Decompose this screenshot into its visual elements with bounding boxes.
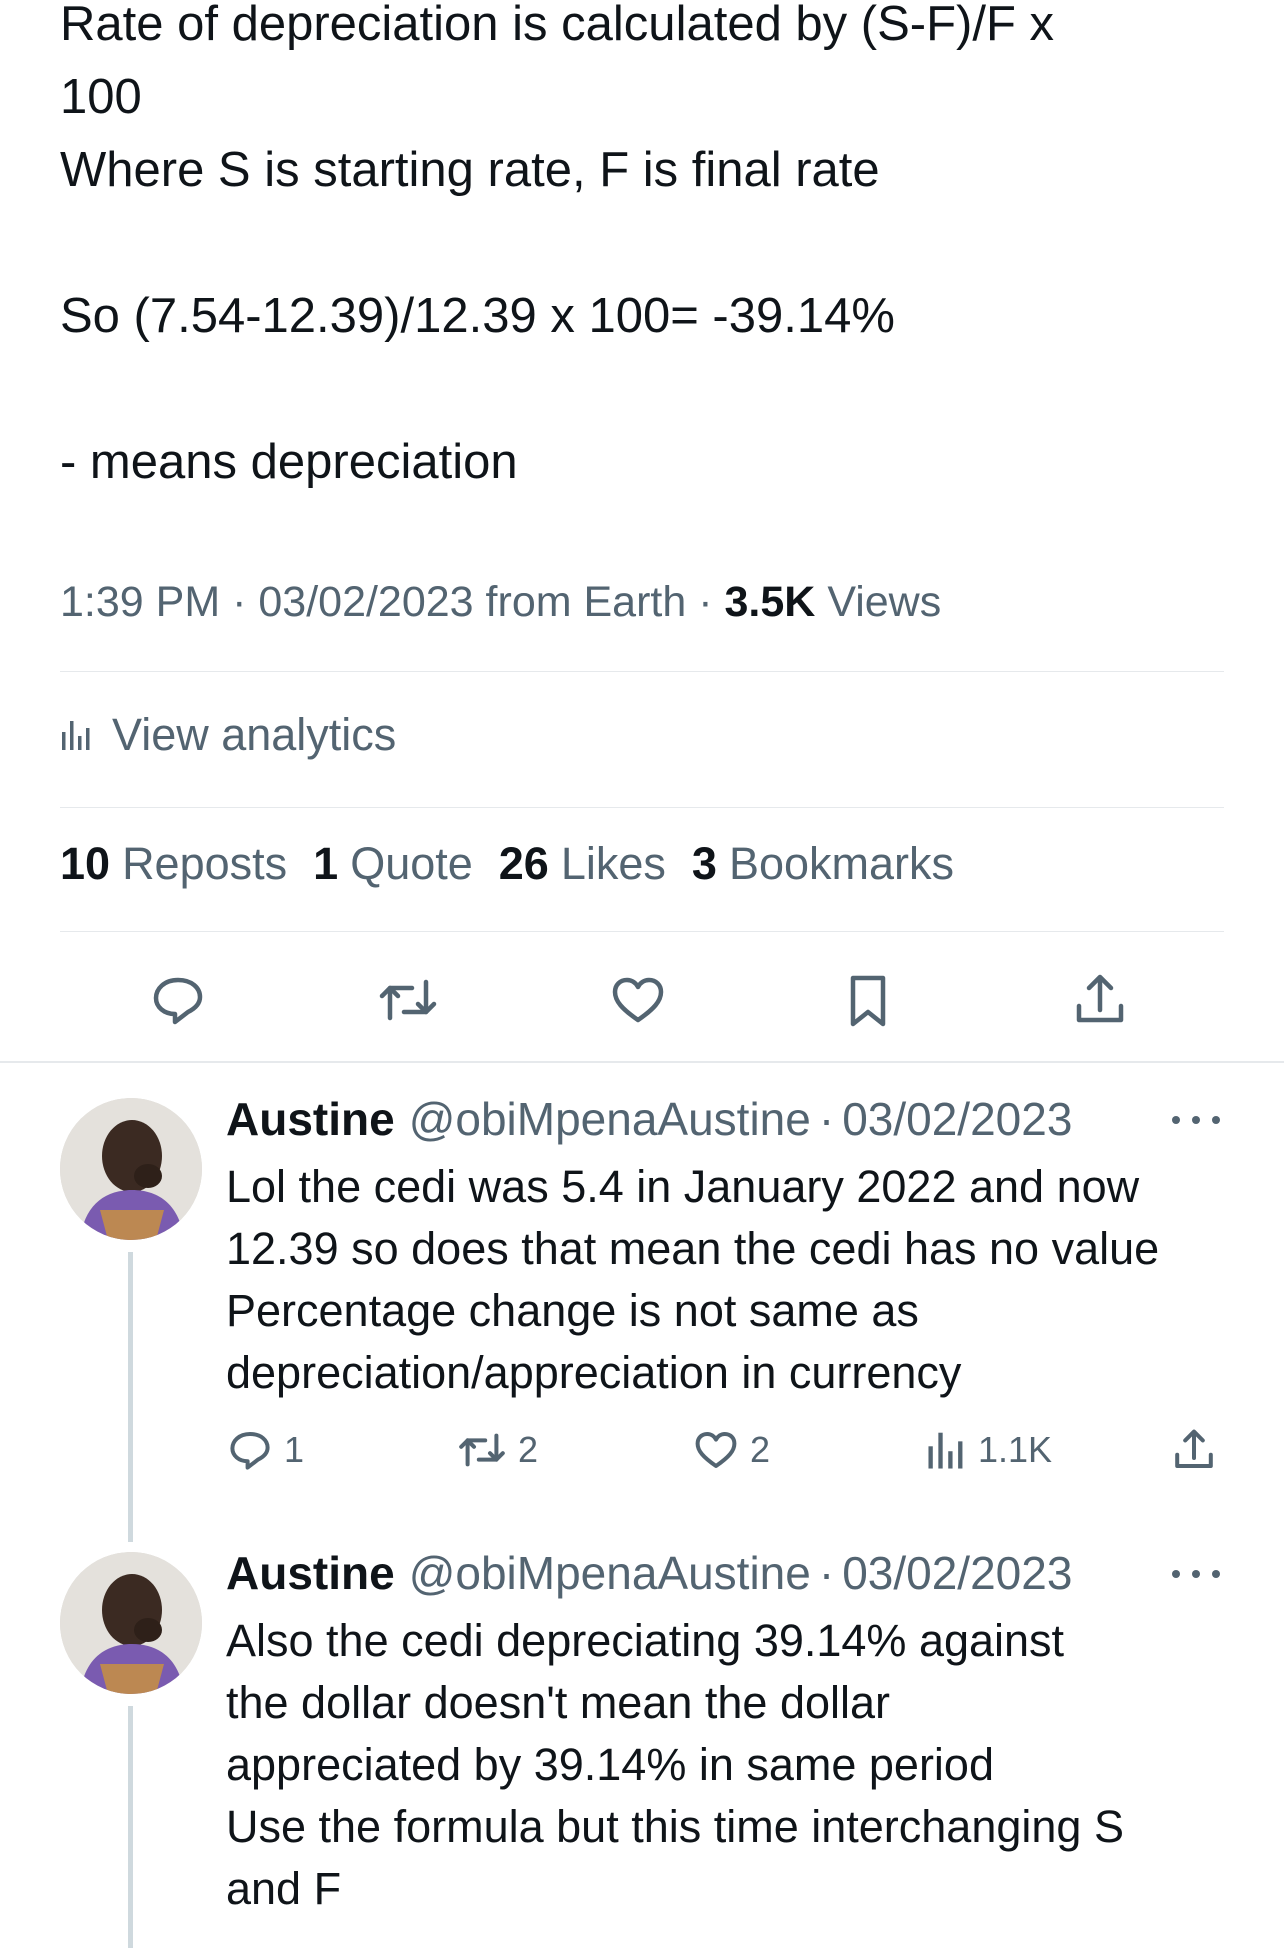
tweet-text: Rate of depreciation is calculated by (S… xyxy=(60,0,1224,499)
dot-icon xyxy=(1172,1570,1180,1578)
reply-text-line: Percentage change is not same as xyxy=(226,1285,919,1336)
more-options-button[interactable] xyxy=(1172,1110,1220,1130)
reply-header: Austine @obiMpenaAustine · 03/02/2023 xyxy=(226,1546,1072,1600)
reply-text-line: depreciation/appreciation in currency xyxy=(226,1347,962,1398)
repost-count: 2 xyxy=(518,1429,539,1470)
bookmarks-count: 3 xyxy=(691,838,717,889)
tweet-text-line: So (7.54-12.39)/12.39 x 100= -39.14% xyxy=(60,289,895,343)
bookmarks-label: Bookmarks xyxy=(728,838,955,889)
bookmark-button[interactable] xyxy=(828,960,908,1040)
repost-button[interactable] xyxy=(368,960,448,1040)
author-name[interactable]: Austine xyxy=(226,1546,395,1600)
dot-icon xyxy=(1192,1116,1200,1124)
reply-header: Austine @obiMpenaAustine · 03/02/2023 xyxy=(226,1092,1072,1146)
tweet-text-line: Rate of depreciation is calculated by (S… xyxy=(60,0,1055,51)
meta-separator: · xyxy=(698,578,725,626)
reply-text-line: appreciated by 39.14% in same period xyxy=(226,1739,994,1790)
author-handle[interactable]: @obiMpenaAustine xyxy=(409,1092,811,1146)
reply-button[interactable]: 1 xyxy=(226,1420,304,1480)
quotes-count: 1 xyxy=(313,838,339,889)
views-count: 3.5K xyxy=(724,578,816,626)
reply-text-line: and F xyxy=(226,1863,342,1914)
view-count: 1.1K xyxy=(978,1429,1053,1470)
reply-date[interactable]: 03/02/2023 xyxy=(842,1092,1072,1146)
tweet-text-line: Where S is starting rate, F is final rat… xyxy=(60,143,880,197)
share-icon xyxy=(1076,974,1124,1023)
header-separator: · xyxy=(818,1093,835,1145)
dot-icon xyxy=(1192,1570,1200,1578)
dot-icon xyxy=(1212,1116,1220,1124)
repost-icon xyxy=(379,979,437,1021)
reply-count: 1 xyxy=(284,1429,305,1470)
reposts-stat[interactable]: 10 Reposts xyxy=(60,838,287,890)
reply-text-line: Also the cedi depreciating 39.14% agains… xyxy=(226,1615,1065,1666)
repost-icon xyxy=(459,1433,505,1467)
reply-date[interactable]: 03/02/2023 xyxy=(842,1546,1072,1600)
avatar-photo xyxy=(60,1098,202,1240)
reply-action-bar: 1 2 2 1.1K xyxy=(226,1420,1226,1480)
tweet-time[interactable]: 1:39 PM xyxy=(60,578,220,626)
view-analytics-link[interactable]: View analytics xyxy=(60,700,396,770)
reply-text-line: Lol the cedi was 5.4 in January 2022 and… xyxy=(226,1161,1140,1212)
header-separator: · xyxy=(818,1547,835,1599)
repost-button[interactable]: 2 xyxy=(456,1420,538,1480)
reply-text: Lol the cedi was 5.4 in January 2022 and… xyxy=(226,1156,1236,1404)
bar-chart-icon xyxy=(928,1432,963,1469)
like-icon xyxy=(695,1432,737,1468)
reply-icon xyxy=(230,1432,270,1470)
likes-count: 26 xyxy=(498,838,549,889)
tweet-text-line: 100 xyxy=(60,70,142,124)
thread-line xyxy=(128,1252,133,1542)
share-icon xyxy=(1175,1429,1213,1468)
divider xyxy=(60,807,1224,808)
views-button[interactable]: 1.1K xyxy=(926,1420,1052,1480)
tweet-action-bar xyxy=(0,960,1284,1040)
dot-icon xyxy=(1212,1570,1220,1578)
tweet-date[interactable]: 03/02/2023 xyxy=(258,578,473,626)
tweet-text-line: - means depreciation xyxy=(60,435,518,489)
tweet-source: from Earth xyxy=(485,578,687,626)
like-icon xyxy=(612,977,664,1023)
reposts-count: 10 xyxy=(60,838,111,889)
author-name[interactable]: Austine xyxy=(226,1092,395,1146)
like-count: 2 xyxy=(750,1429,771,1470)
bookmark-icon xyxy=(850,975,886,1027)
avatar-photo xyxy=(60,1552,202,1694)
reply-text-line: the dollar doesn't mean the dollar xyxy=(226,1677,891,1728)
author-handle[interactable]: @obiMpenaAustine xyxy=(409,1546,811,1600)
tweet-text-line xyxy=(60,207,1224,280)
like-button[interactable]: 2 xyxy=(692,1420,770,1480)
avatar[interactable] xyxy=(60,1552,202,1694)
bookmarks-stat[interactable]: 3 Bookmarks xyxy=(692,838,954,890)
quotes-stat[interactable]: 1 Quote xyxy=(313,838,473,890)
share-button[interactable] xyxy=(1060,960,1140,1040)
reply-text-line: 12.39 so does that mean the cedi has no … xyxy=(226,1223,1160,1274)
dot-icon xyxy=(1172,1116,1180,1124)
tweet-meta: 1:39 PM · 03/02/2023 from Earth · 3.5K V… xyxy=(60,578,941,627)
thread-line xyxy=(128,1706,133,1948)
reply-text: Also the cedi depreciating 39.14% agains… xyxy=(226,1610,1236,1920)
bar-chart-icon xyxy=(62,721,90,750)
divider xyxy=(60,671,1224,672)
likes-label: Likes xyxy=(560,838,666,889)
like-button[interactable] xyxy=(598,960,678,1040)
more-options-button[interactable] xyxy=(1172,1564,1220,1584)
divider xyxy=(0,1061,1284,1063)
reply-text-line: Use the formula but this time interchang… xyxy=(226,1801,1124,1852)
quotes-label: Quote xyxy=(350,838,473,889)
reply-icon xyxy=(153,977,203,1025)
reposts-label: Reposts xyxy=(122,838,288,889)
reply-button[interactable] xyxy=(138,960,218,1040)
share-button[interactable] xyxy=(1170,1420,1228,1480)
view-analytics-label: View analytics xyxy=(112,709,397,760)
tweet-text-line xyxy=(60,353,1224,426)
divider xyxy=(60,931,1224,932)
likes-stat[interactable]: 26 Likes xyxy=(499,838,666,890)
engagement-stats: 10 Reposts 1 Quote 26 Likes 3 Bookmarks xyxy=(60,838,980,890)
views-label: Views xyxy=(827,578,942,626)
avatar[interactable] xyxy=(60,1098,202,1240)
meta-separator: · xyxy=(232,578,259,626)
